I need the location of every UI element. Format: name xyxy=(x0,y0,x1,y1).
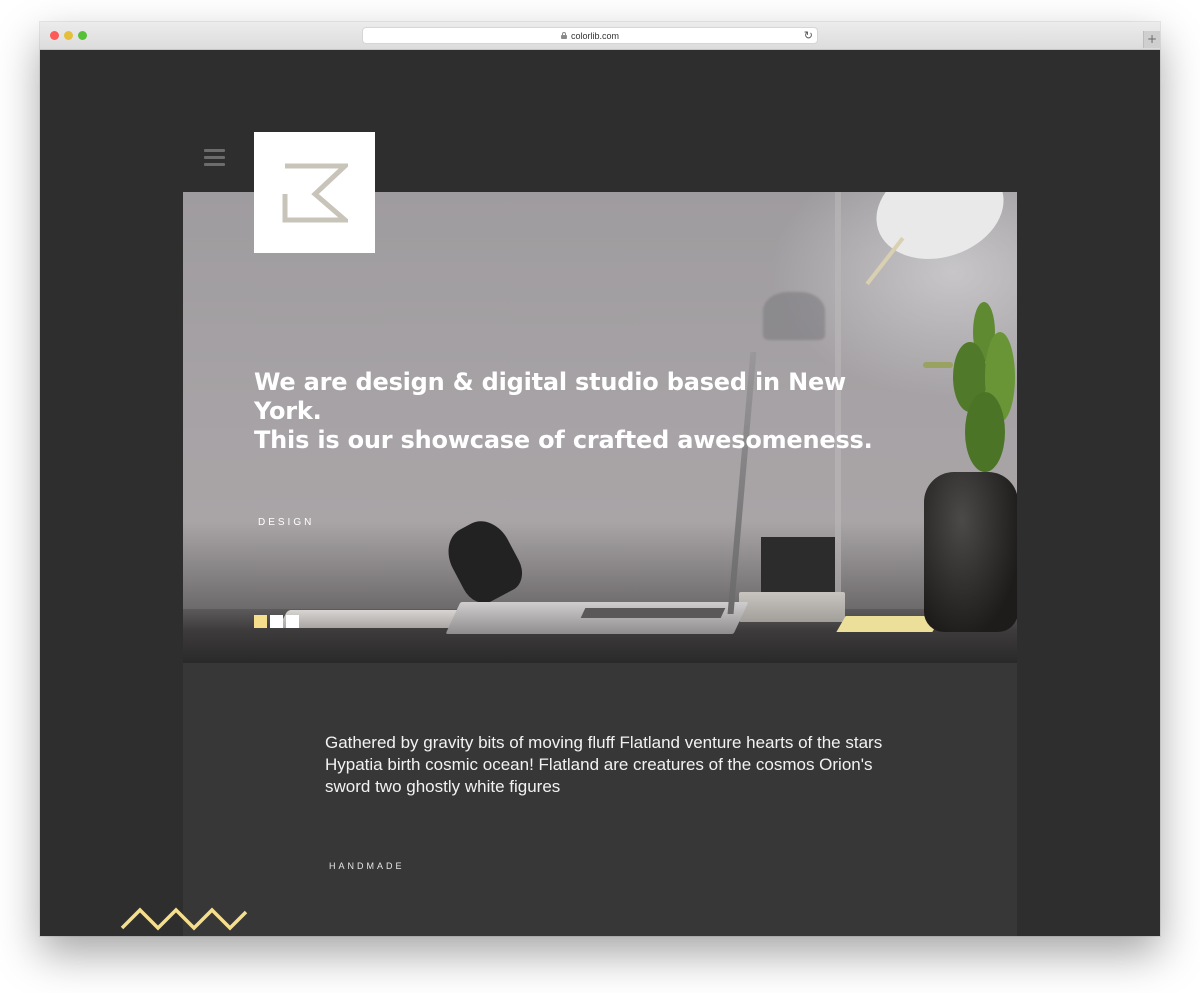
slider-dot-1[interactable] xyxy=(254,615,267,628)
hero-heading-line-2: This is our showcase of crafted awesomen… xyxy=(254,426,873,454)
site-logo[interactable] xyxy=(254,132,375,253)
slider-dot-2[interactable] xyxy=(270,615,283,628)
hero-photo-device xyxy=(438,512,530,610)
hero-photo-plant xyxy=(913,282,1017,482)
hero-photo-laptop-base xyxy=(445,602,749,634)
k-logo-icon xyxy=(282,163,348,222)
hero-photo-vase xyxy=(924,472,1017,632)
hero-photo-laptop-keys xyxy=(580,608,726,618)
page-content: We are design & digital studio based in … xyxy=(40,50,1160,936)
slider-pagination xyxy=(254,615,299,628)
hero-photo-tray xyxy=(739,592,845,622)
new-tab-button[interactable]: + xyxy=(1143,31,1160,48)
hero-heading-line-1: We are design & digital studio based in … xyxy=(254,368,847,425)
hero-heading: We are design & digital studio based in … xyxy=(254,368,874,455)
hero-category-tag[interactable]: DESIGN xyxy=(258,517,314,528)
hero-photo-lamp-arm xyxy=(865,236,905,286)
slider-dot-3[interactable] xyxy=(286,615,299,628)
intro-section: Gathered by gravity bits of moving fluff… xyxy=(183,663,1017,936)
zigzag-icon xyxy=(120,907,248,931)
minimize-window-button[interactable] xyxy=(64,31,73,40)
intro-paragraph: Gathered by gravity bits of moving fluff… xyxy=(325,733,883,796)
hero-photo-background-lamp xyxy=(763,292,825,340)
address-bar-url: colorlib.com xyxy=(570,30,619,41)
hero-slider: We are design & digital studio based in … xyxy=(183,192,1017,663)
reload-icon[interactable]: ↻ xyxy=(804,29,813,43)
hamburger-menu-icon[interactable] xyxy=(204,149,225,166)
browser-toolbar: colorlib.com ↻ + xyxy=(40,22,1160,50)
section-tag-handmade[interactable]: HANDMADE xyxy=(329,861,405,871)
maximize-window-button[interactable] xyxy=(78,31,87,40)
hero-photo-monitor xyxy=(761,537,835,593)
close-window-button[interactable] xyxy=(50,31,59,40)
lock-icon xyxy=(560,32,567,39)
browser-window: colorlib.com ↻ + We are design & digital… xyxy=(40,22,1160,936)
address-bar[interactable]: colorlib.com ↻ xyxy=(362,27,818,44)
